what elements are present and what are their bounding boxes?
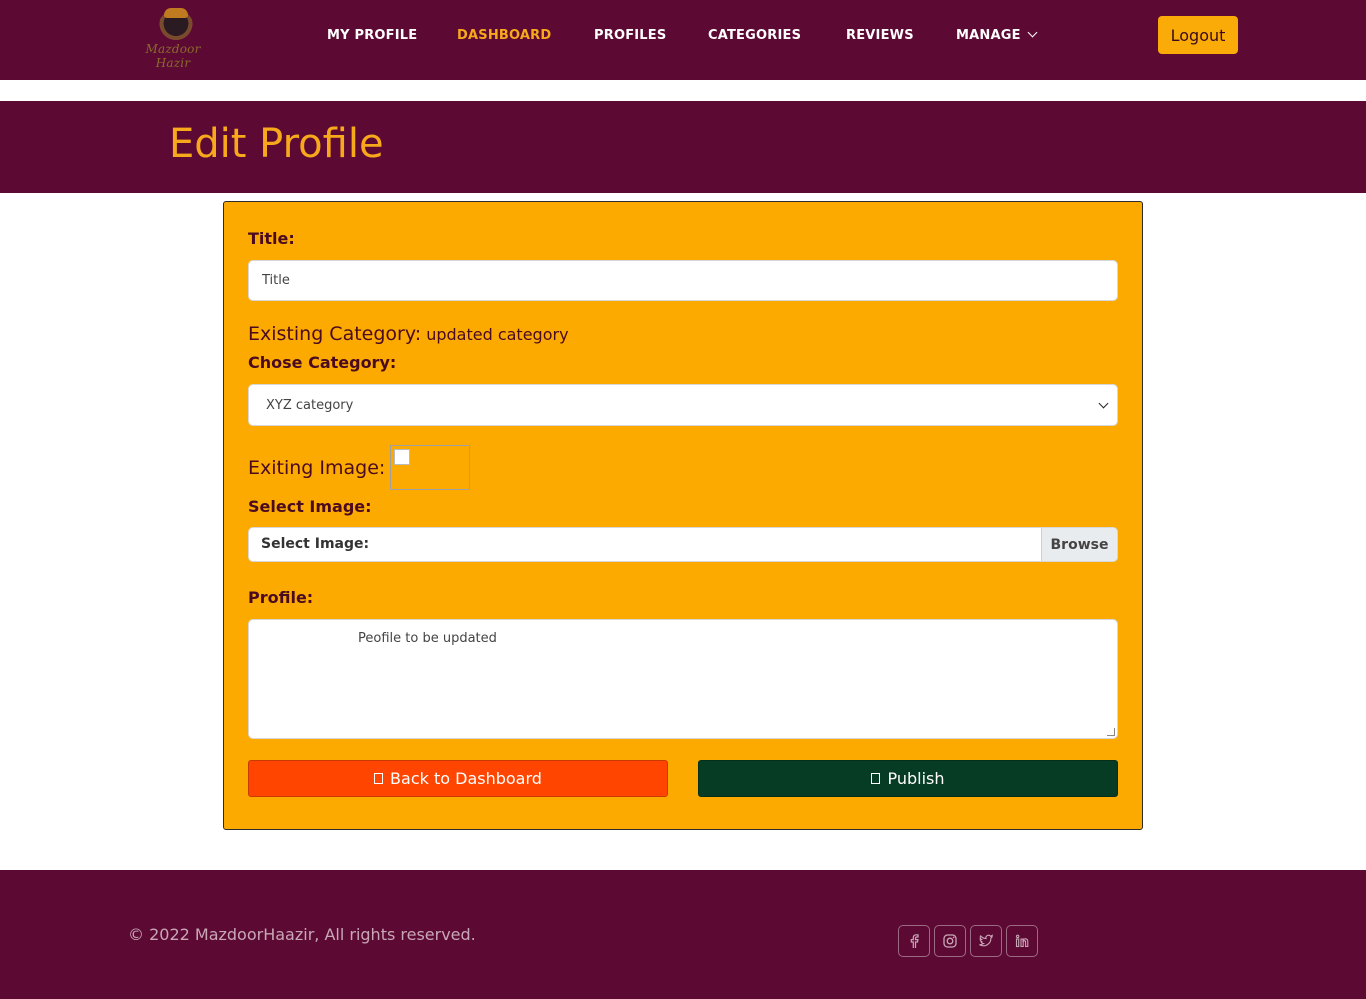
- nav-profiles[interactable]: PROFILES: [594, 28, 666, 46]
- linkedin-icon[interactable]: [1006, 925, 1038, 957]
- page-header-banner: Edit Profile: [0, 101, 1366, 193]
- logo-text: Mazdoor Hazir: [145, 42, 201, 70]
- title-label: Title:: [248, 229, 295, 248]
- edit-profile-form: Title: Title Existing Category: updated …: [223, 201, 1143, 830]
- footer: © 2022 MazdoorHaazir, All rights reserve…: [0, 870, 1366, 999]
- nav-manage-label: MANAGE: [956, 28, 1021, 43]
- select-image-label: Select Image:: [248, 497, 372, 516]
- category-select-value: XYZ category: [266, 397, 354, 413]
- choose-category-label: Chose Category:: [248, 353, 397, 372]
- browse-button[interactable]: Browse: [1041, 528, 1117, 561]
- title-input[interactable]: Title: [248, 260, 1118, 301]
- back-button-label: Back to Dashboard: [390, 769, 542, 788]
- instagram-icon[interactable]: [934, 925, 966, 957]
- file-input-label: Select Image:: [261, 536, 370, 552]
- back-to-dashboard-button[interactable]: Back to Dashboard: [248, 760, 668, 797]
- title-input-placeholder: Title: [262, 273, 290, 288]
- logo-figure-icon: [158, 8, 194, 44]
- publish-icon: [871, 773, 881, 784]
- profile-textarea[interactable]: Peofile to be updated: [248, 619, 1118, 739]
- nav-categories[interactable]: CATEGORIES: [708, 28, 801, 46]
- chevron-down-icon: [1098, 398, 1109, 409]
- existing-category-value: updated category: [426, 325, 569, 344]
- logout-button[interactable]: Logout: [1158, 16, 1238, 54]
- profile-textarea-value: Peofile to be updated: [358, 631, 497, 646]
- copyright-text: © 2022 MazdoorHaazir, All rights reserve…: [128, 925, 476, 944]
- category-select[interactable]: XYZ category: [248, 384, 1118, 426]
- profile-label: Profile:: [248, 588, 314, 607]
- image-file-input[interactable]: Select Image: Browse: [248, 527, 1118, 562]
- existing-category: Existing Category: updated category: [248, 323, 569, 345]
- site-logo[interactable]: Mazdoor Hazir: [128, 8, 218, 70]
- resize-handle-icon[interactable]: [1107, 728, 1115, 736]
- existing-image-row: Exiting Image:: [248, 445, 471, 490]
- facebook-icon[interactable]: [898, 925, 930, 957]
- nav-dashboard[interactable]: DASHBOARD: [457, 28, 551, 46]
- publish-button-label: Publish: [887, 769, 945, 788]
- back-icon: [374, 773, 384, 784]
- chevron-down-icon: [1027, 27, 1038, 38]
- publish-button[interactable]: Publish: [698, 760, 1118, 797]
- existing-image-thumbnail: [390, 445, 471, 490]
- nav-manage-dropdown[interactable]: MANAGE: [956, 27, 1038, 46]
- page-title: Edit Profile: [169, 121, 384, 167]
- nav-reviews[interactable]: REVIEWS: [846, 28, 914, 46]
- existing-category-label: Existing Category:: [248, 323, 422, 345]
- twitter-icon[interactable]: [970, 925, 1002, 957]
- existing-image-label: Exiting Image:: [248, 456, 386, 479]
- top-navbar: Mazdoor Hazir MY PROFILE DASHBOARD PROFI…: [0, 0, 1366, 80]
- nav-my-profile[interactable]: MY PROFILE: [327, 28, 417, 46]
